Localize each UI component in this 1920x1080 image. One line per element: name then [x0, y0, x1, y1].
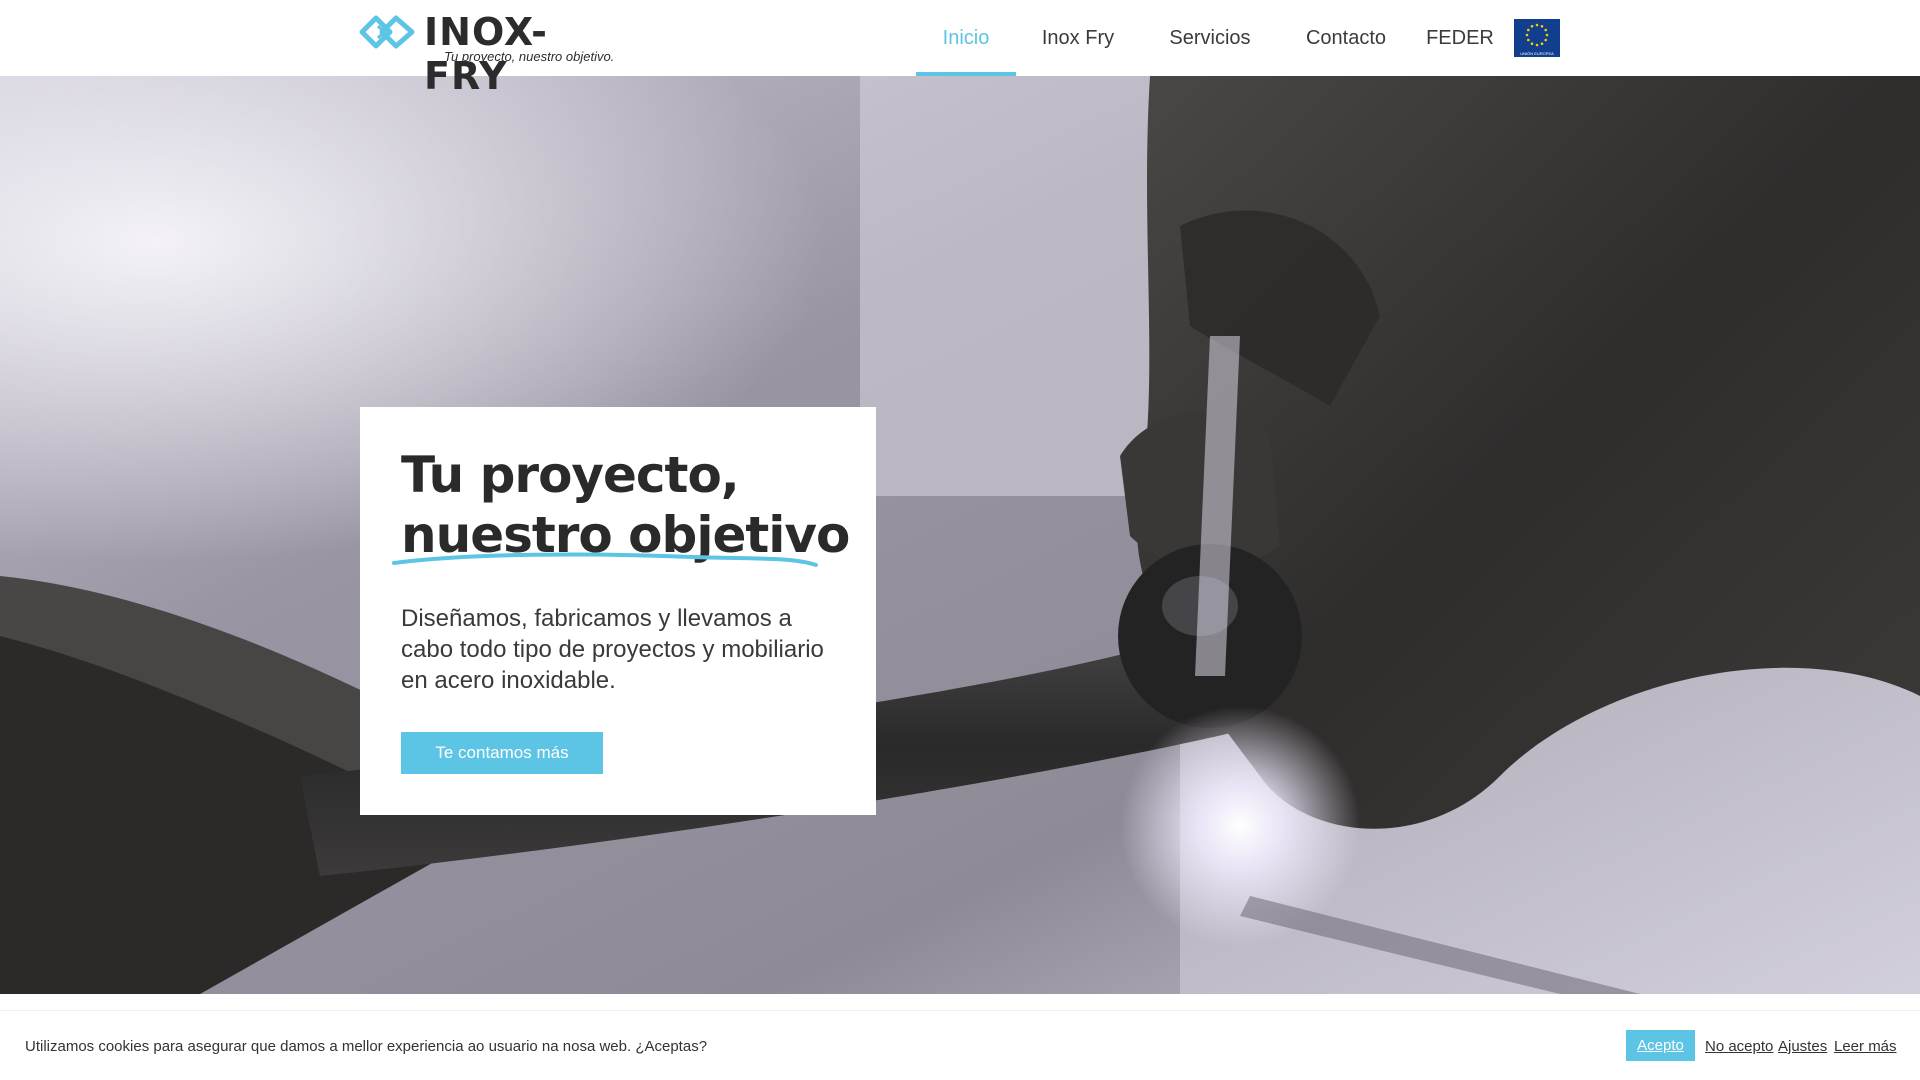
cookie-message: Utilizamos cookies para asegurar que dam…	[25, 1038, 708, 1055]
main-nav: Inicio Inox Fry Servicios Contacto FEDER	[916, 0, 1502, 76]
logo-link[interactable]: INOX-FRY Tu proyecto, nuestro objetivo.	[358, 8, 618, 98]
hero-welding-photo	[0, 76, 1920, 994]
hero-title-line1: Tu proyecto,	[401, 446, 740, 504]
logo-icon	[359, 15, 415, 49]
cookie-accept-button[interactable]: Acepto	[1626, 1030, 1695, 1061]
eu-flag-icon[interactable]: UNIÓN EUROPEA	[1514, 19, 1560, 57]
learn-more-button[interactable]: Te contamos más	[401, 732, 603, 774]
nav-item-inox-fry[interactable]: Inox Fry	[1016, 0, 1140, 76]
nav-item-contacto[interactable]: Contacto	[1292, 0, 1400, 76]
logo-tagline: Tu proyecto, nuestro objetivo.	[444, 49, 615, 64]
site-header: INOX-FRY Tu proyecto, nuestro objetivo. …	[0, 0, 1920, 98]
nav-item-servicios[interactable]: Servicios	[1150, 0, 1270, 76]
cookie-read-more-link[interactable]: Leer más	[1834, 1038, 1897, 1055]
title-underline-decoration	[392, 552, 818, 567]
cookie-bar: Utilizamos cookies para asegurar que dam…	[0, 1010, 1920, 1080]
cookie-reject-link[interactable]: No acepto	[1705, 1038, 1773, 1055]
hero-description: Diseñamos, fabricamos y llevamos a cabo …	[401, 605, 824, 694]
hero-section: Tu proyecto, nuestro objetivo Diseñamos,…	[0, 76, 1920, 994]
hero-card: Tu proyecto, nuestro objetivo Diseñamos,…	[360, 407, 876, 815]
eu-caption: UNIÓN EUROPEA	[1520, 51, 1554, 56]
eu-stars-icon	[1525, 23, 1549, 47]
nav-item-feder[interactable]: FEDER	[1418, 0, 1502, 76]
hero-title: Tu proyecto, nuestro objetivo	[401, 445, 850, 565]
cookie-settings-link[interactable]: Ajustes	[1778, 1038, 1827, 1055]
nav-item-inicio[interactable]: Inicio	[916, 0, 1016, 76]
